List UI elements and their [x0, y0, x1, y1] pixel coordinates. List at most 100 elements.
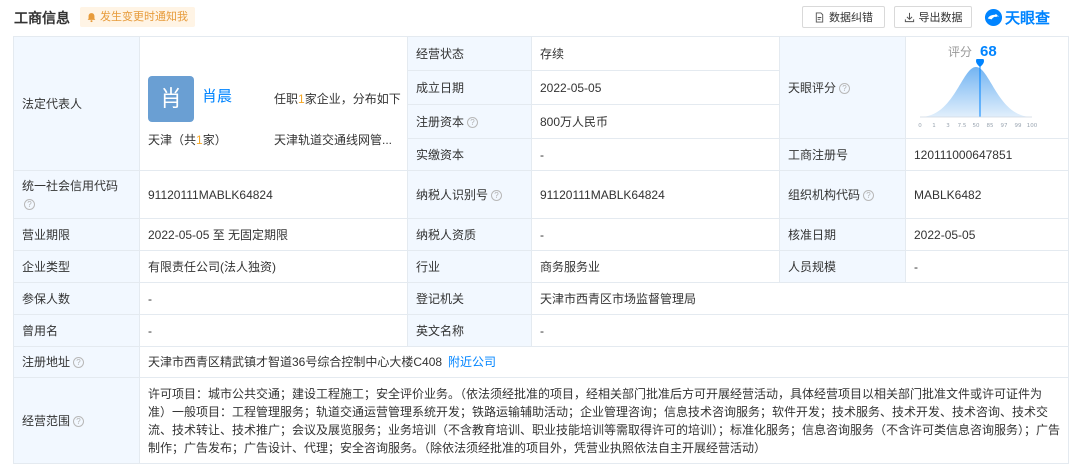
business-info-table: 法定代表人 肖 肖晨 任职1家企业，分布如下 天津（共1家） 天津轨道交通线网管…: [13, 36, 1069, 464]
tax-id-label-cell: 纳税人识别号?: [407, 170, 532, 219]
table-row: 经营范围? 许可项目：城市公共交通；建设工程施工；安全评价业务。（依法须经批准的…: [13, 377, 1069, 464]
tax-qual-value: -: [531, 218, 780, 251]
address-value: 天津市西青区精武镇才智道36号综合控制中心大楼C408: [148, 355, 443, 369]
table-row: 企业类型 有限责任公司(法人独资) 行业 商务服务业 人员规模 -: [13, 250, 1069, 283]
region-post: 家）: [202, 132, 227, 147]
help-icon[interactable]: ?: [839, 82, 851, 94]
region-count: 1: [196, 132, 203, 147]
score-tick-label: 7.5: [958, 123, 967, 129]
org-code-label: 组织机构代码: [788, 187, 861, 202]
former-name-value: -: [139, 314, 408, 347]
table-row: 营业期限 2022-05-05 至 无固定期限 纳税人资质 - 核准日期 202…: [13, 218, 1069, 251]
help-icon[interactable]: ?: [491, 189, 503, 201]
tax-id-label: 纳税人识别号: [416, 187, 489, 202]
data-correction-button[interactable]: 数据纠错: [802, 6, 885, 28]
staff-size-value: -: [905, 250, 1069, 283]
legal-rep-name[interactable]: 肖晨: [202, 88, 232, 106]
scope-label-cell: 经营范围?: [13, 377, 140, 464]
export-data-button[interactable]: 导出数据: [894, 6, 972, 28]
scope-value: 许可项目：城市公共交通；建设工程施工；安全评价业务。（依法须经批准的项目，经相关…: [139, 377, 1069, 464]
download-icon: [904, 12, 914, 22]
org-code-label-cell: 组织机构代码?: [779, 170, 906, 219]
desc-count: 1: [298, 91, 305, 106]
document-edit-icon: [815, 11, 824, 23]
score-tick-label: 0: [918, 123, 922, 129]
help-icon[interactable]: ?: [24, 198, 35, 210]
score-tick-label: 85: [987, 123, 994, 129]
nearby-companies-link[interactable]: 附近公司: [448, 355, 496, 369]
score-tick-labels: 0 1 3 7.5 50 85 97 99 100: [918, 123, 1037, 129]
score-tick-label: 99: [1015, 123, 1022, 129]
former-name-label: 曾用名: [13, 314, 140, 347]
score-marker-icon: [976, 59, 984, 67]
notify-change-button[interactable]: 发生变更时通知我: [80, 7, 195, 27]
table-row: 统一社会信用代码? 91120111MABLK64824 纳税人识别号? 911…: [13, 170, 1069, 219]
region-pre: 天津（共: [148, 132, 197, 147]
score-distribution-chart: 0 1 3 7.5 50 85 97 99 100: [918, 59, 1038, 129]
score-tick-label: 3: [946, 123, 950, 129]
score-tick-label: 100: [1027, 123, 1038, 129]
term-value: 2022-05-05 至 无固定期限: [139, 218, 408, 251]
score-tick-label: 97: [1001, 123, 1008, 129]
paid-capital-value: -: [531, 138, 780, 171]
industry-value: 商务服务业: [531, 250, 780, 283]
capital-label: 注册资本: [416, 114, 465, 129]
tianyancha-logo: 天眼查: [984, 4, 1050, 30]
score-curve: [920, 67, 1032, 117]
export-data-label: 导出数据: [918, 12, 963, 24]
status-value: 存续: [531, 36, 780, 71]
tax-qual-label: 纳税人资质: [407, 218, 532, 251]
legal-rep-label: 法定代表人: [13, 36, 140, 171]
legal-rep-region: 天津（共1家）: [148, 131, 227, 149]
insured-label: 参保人数: [13, 282, 140, 315]
approve-date-label: 核准日期: [779, 218, 906, 251]
authority-value: 天津市西青区市场监督管理局: [531, 282, 1069, 315]
help-icon[interactable]: ?: [467, 116, 479, 128]
tianyan-score-label: 天眼评分: [788, 80, 837, 95]
reg-number-value: 120111000647851: [905, 138, 1069, 171]
desc-pre: 任职: [274, 91, 299, 106]
status-label: 经营状态: [407, 36, 532, 71]
address-cell: 天津市西青区精武镇才智道36号综合控制中心大楼C408 附近公司: [139, 346, 1069, 378]
legal-rep-company-link[interactable]: 天津轨道交通线网管...: [274, 131, 392, 149]
scope-label: 经营范围: [22, 413, 71, 428]
english-name-label: 英文名称: [407, 314, 532, 347]
staff-size-label: 人员规模: [779, 250, 906, 283]
bell-icon: [87, 12, 96, 22]
avatar-char: 肖: [159, 85, 182, 111]
table-row: 注册地址? 天津市西青区精武镇才智道36号综合控制中心大楼C408 附近公司: [13, 346, 1069, 378]
legal-rep-cell: 肖 肖晨 任职1家企业，分布如下 天津（共1家） 天津轨道交通线网管...: [139, 36, 408, 171]
notify-label: 发生变更时通知我: [100, 11, 188, 23]
credit-code-label-cell: 统一社会信用代码?: [13, 170, 140, 219]
address-label: 注册地址: [22, 355, 71, 369]
industry-label: 行业: [407, 250, 532, 283]
credit-code-label: 统一社会信用代码: [22, 178, 119, 193]
tianyan-score-label-cell: 天眼评分?: [779, 36, 906, 139]
credit-code-value: 91120111MABLK64824: [139, 170, 408, 219]
tianyancha-logo-icon: [984, 8, 1003, 26]
address-label-cell: 注册地址?: [13, 346, 140, 378]
authority-label: 登记机关: [407, 282, 532, 315]
logo-text: 天眼查: [1005, 9, 1051, 27]
avatar[interactable]: 肖: [148, 75, 194, 122]
table-row: 法定代表人 肖 肖晨 任职1家企业，分布如下 天津（共1家） 天津轨道交通线网管…: [13, 36, 1069, 171]
insured-value: -: [139, 282, 408, 315]
term-label: 营业期限: [13, 218, 140, 251]
capital-value: 800万人民币: [531, 104, 780, 139]
section-header: 工商信息 发生变更时通知我 数据纠错 导出数据 天眼查: [0, 0, 1080, 36]
paid-capital-label: 实缴资本: [407, 138, 532, 171]
help-icon[interactable]: ?: [73, 357, 85, 369]
data-correction-label: 数据纠错: [829, 12, 873, 24]
capital-label-cell: 注册资本?: [407, 104, 532, 139]
reg-number-label: 工商注册号: [779, 138, 906, 171]
help-icon[interactable]: ?: [863, 189, 875, 201]
help-icon[interactable]: ?: [73, 415, 85, 427]
found-date-label: 成立日期: [407, 70, 532, 105]
approve-date-value: 2022-05-05: [905, 218, 1069, 251]
table-row: 曾用名 - 英文名称 -: [13, 314, 1069, 347]
desc-post: 家企业，分布如下: [304, 91, 401, 106]
score-chart-cell: 评分 68 0 1 3 7.5 50 85 97 99 100: [905, 36, 1069, 139]
found-date-value: 2022-05-05: [531, 70, 780, 105]
english-name-value: -: [531, 314, 1069, 347]
legal-rep-description: 任职1家企业，分布如下: [274, 90, 401, 108]
